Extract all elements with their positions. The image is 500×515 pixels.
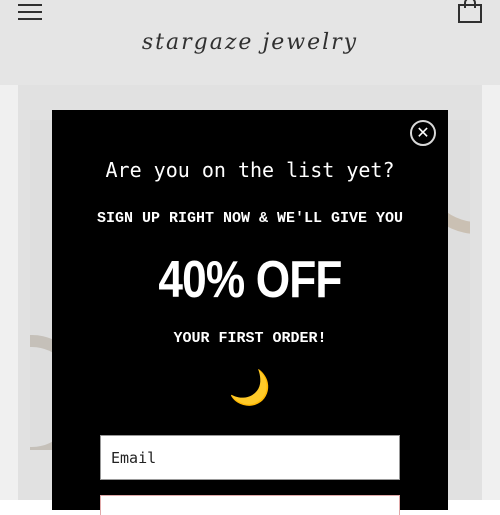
close-popup-button[interactable]: ✕ — [410, 120, 436, 146]
popup-note: YOUR FIRST ORDER! — [173, 330, 327, 347]
submit-button[interactable] — [100, 495, 400, 515]
popup-title: Are you on the list yet? — [105, 158, 395, 182]
close-icon: ✕ — [416, 123, 430, 142]
popup-subtitle: SIGN UP RIGHT NOW & WE'LL GIVE YOU — [96, 210, 404, 227]
crescent-moon-icon: 🌙 — [228, 368, 272, 408]
signup-popup: ✕ Are you on the list yet? SIGN UP RIGHT… — [52, 110, 448, 515]
discount-offer: 40% OFF — [158, 251, 342, 309]
email-field[interactable] — [100, 435, 400, 480]
